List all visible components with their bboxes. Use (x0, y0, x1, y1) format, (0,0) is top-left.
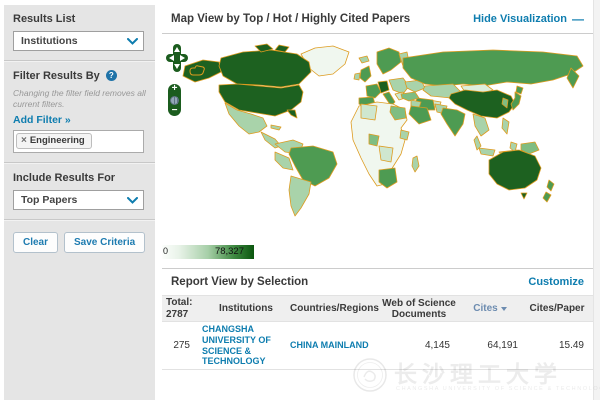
institution-link[interactable]: CHANGSHA UNIVERSITY OF SCIENCE & TECHNOL… (202, 324, 290, 366)
country-new-zealand-north[interactable] (547, 180, 554, 191)
include-results-value: Top Papers (21, 194, 77, 206)
documents-value: 4,145 (380, 340, 458, 351)
filter-tag-label: Engineering (30, 135, 85, 146)
cites-per-paper-value: 15.49 (522, 340, 592, 351)
clear-button[interactable]: Clear (13, 232, 58, 253)
table-row: 275 CHANGSHA UNIVERSITY OF SCIENCE & TEC… (162, 322, 593, 370)
customize-link[interactable]: Customize (528, 276, 584, 288)
country-indochina[interactable] (473, 114, 489, 136)
legend-max-value: 78,327 (215, 246, 244, 257)
column-institutions[interactable]: Institutions (202, 303, 290, 314)
results-list-select[interactable]: Institutions (13, 31, 144, 51)
chevron-down-icon (127, 197, 138, 204)
help-icon[interactable]: ? (106, 70, 117, 81)
vertical-scrollbar[interactable] (593, 0, 600, 400)
zoom-in-icon[interactable]: + (172, 85, 178, 93)
country-drc[interactable] (379, 146, 393, 162)
country-ireland[interactable] (354, 73, 360, 80)
esi-app-window: Results List Institutions Filter Results… (0, 0, 600, 400)
report-title: Report View by Selection (171, 276, 308, 288)
remove-tag-icon[interactable]: × (21, 135, 27, 146)
filter-note: Changing the filter field removes all cu… (13, 88, 146, 109)
country-iceland[interactable] (359, 56, 369, 63)
report-header: Report View by Selection Customize (162, 268, 593, 295)
column-countries[interactable]: Countries/Regions (290, 303, 380, 314)
map-visualization: + − 0 78,327 (162, 34, 593, 268)
column-documents[interactable]: Web of Science Documents (380, 298, 458, 320)
country-russia[interactable] (403, 50, 583, 86)
column-cites[interactable]: Cites (458, 303, 522, 314)
country-ethiopia[interactable] (400, 130, 409, 140)
hide-visualization-link[interactable]: Hide Visualization — (473, 12, 584, 26)
country-nigeria[interactable] (369, 134, 379, 146)
include-results-select[interactable]: Top Papers (13, 190, 144, 210)
country-argentina-chile[interactable] (289, 176, 311, 216)
filter-by-label: Filter Results By (13, 70, 100, 82)
filter-tag-engineering[interactable]: × Engineering (16, 133, 92, 149)
filter-section: Filter Results By ? Changing the filter … (4, 62, 155, 162)
active-filters-box: × Engineering (13, 130, 144, 153)
collapse-icon: — (572, 12, 584, 26)
include-results-label: Include Results For (13, 172, 146, 184)
world-choropleth-map[interactable] (163, 40, 593, 240)
map-title: Map View by Top / Hot / Highly Cited Pap… (171, 13, 410, 25)
country-philippines[interactable] (502, 118, 509, 134)
main-panel: Map View by Top / Hot / Highly Cited Pap… (162, 5, 593, 400)
table-header-row: Total: 2787 Institutions Countries/Regio… (162, 295, 593, 322)
map-legend: 0 78,327 (162, 245, 254, 259)
country-new-zealand-south[interactable] (543, 192, 551, 202)
results-list-section: Results List Institutions (4, 5, 155, 60)
cites-value: 64,191 (458, 340, 522, 351)
country-usa-florida[interactable] (287, 110, 297, 118)
country-australia[interactable] (489, 150, 541, 190)
add-filter-link[interactable]: Add Filter » (13, 114, 71, 126)
country-algeria[interactable] (361, 104, 377, 120)
map-zoom-control[interactable]: + − (168, 84, 181, 116)
country-madagascar[interactable] (412, 156, 419, 172)
column-total: Total: 2787 (162, 297, 202, 321)
country-tasmania[interactable] (521, 193, 527, 199)
column-cites-per-paper[interactable]: Cites/Paper (522, 303, 592, 314)
sidebar: Results List Institutions Filter Results… (4, 5, 155, 400)
results-list-value: Institutions (21, 35, 78, 47)
country-canada[interactable] (219, 50, 311, 87)
zoom-out-icon[interactable]: − (172, 107, 178, 115)
save-criteria-button[interactable]: Save Criteria (64, 232, 145, 253)
results-list-label: Results List (13, 13, 146, 25)
hand-cursor-icon (189, 63, 205, 81)
country-uk[interactable] (360, 66, 371, 82)
sidebar-actions: Clear Save Criteria (4, 221, 155, 264)
chevron-down-icon (127, 38, 138, 45)
map-pan-control[interactable] (164, 44, 190, 72)
country-cuba[interactable] (271, 125, 281, 130)
country-japan-hokkaido[interactable] (516, 86, 523, 94)
map-header: Map View by Top / Hot / Highly Cited Pap… (162, 5, 593, 34)
country-india[interactable] (441, 108, 465, 136)
watermark-english-text: CHANGSHA UNIVERSITY OF SCIENCE & TECHNOL… (396, 386, 600, 392)
row-count: 275 (162, 340, 202, 351)
hide-visualization-label: Hide Visualization (473, 13, 567, 25)
legend-min-value: 0 (163, 246, 168, 256)
sort-desc-icon (501, 307, 507, 311)
include-results-section: Include Results For Top Papers (4, 164, 155, 219)
country-indonesia-sumatra[interactable] (479, 148, 495, 156)
globe-reset-icon[interactable] (170, 96, 179, 105)
country-scandinavia[interactable] (377, 48, 401, 74)
country-link[interactable]: CHINA MAINLAND (290, 340, 380, 351)
